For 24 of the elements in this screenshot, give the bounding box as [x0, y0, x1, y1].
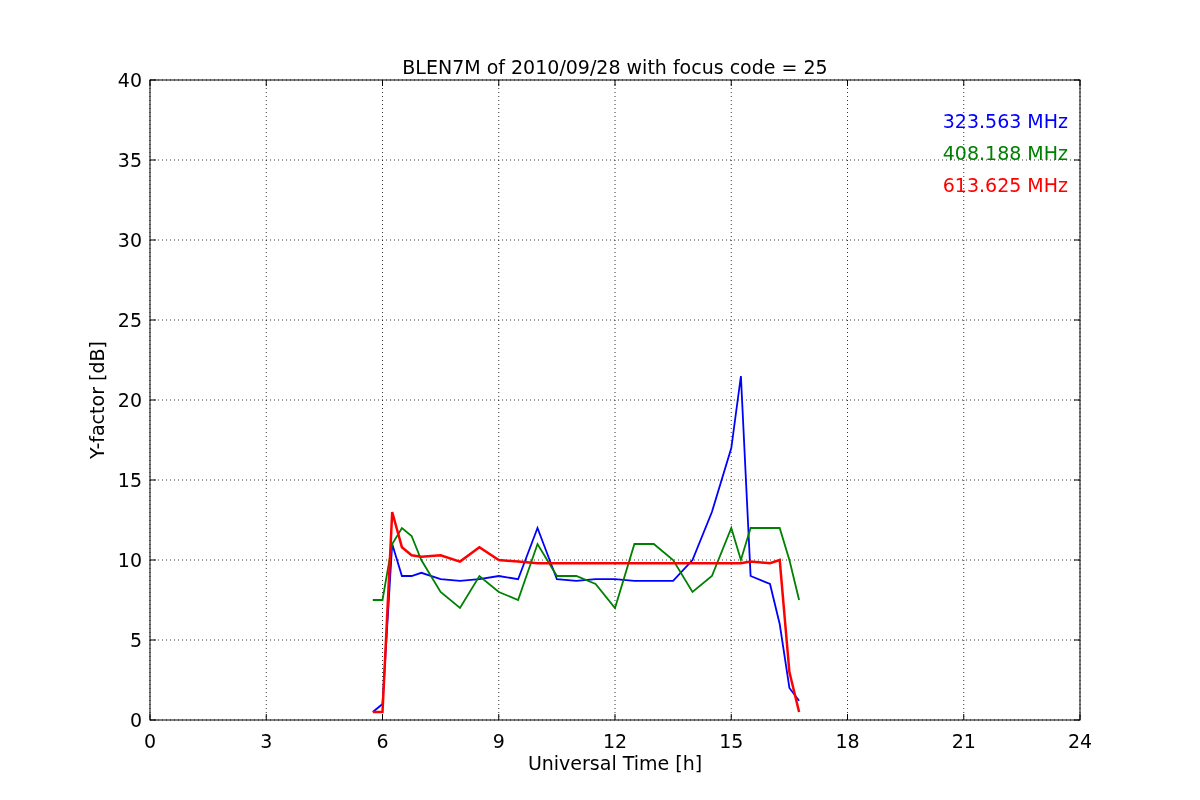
- legend-label: 613.625 MHz: [942, 174, 1068, 196]
- tick-label: 10: [117, 549, 142, 571]
- tick-label: 3: [260, 730, 273, 752]
- tick-label: 6: [376, 730, 389, 752]
- tick-label: 5: [129, 629, 142, 651]
- tick-label: 25: [117, 309, 142, 331]
- tick-label: 40: [117, 69, 142, 91]
- tick-label: 0: [143, 730, 157, 752]
- tick-label: 15: [719, 730, 744, 752]
- legend-label: 408.188 MHz: [942, 142, 1068, 164]
- axis-label: Universal Time [h]: [527, 752, 703, 774]
- axis-label: Y-factor [dB]: [86, 341, 108, 459]
- tick-label: 30: [117, 229, 142, 251]
- chart-title: BLEN7M of 2010/09/28 with focus code = 25: [402, 56, 828, 78]
- tick-label: 21: [951, 730, 976, 752]
- tick-label: 18: [835, 730, 860, 752]
- tick-label: 20: [117, 389, 142, 411]
- tick-label: 9: [492, 730, 505, 752]
- legend-label: 323.563 MHz: [942, 110, 1068, 132]
- tick-label: 12: [602, 730, 628, 752]
- tick-label: 0: [129, 709, 142, 731]
- tick-label: 35: [117, 149, 142, 171]
- tick-label: 15: [117, 469, 142, 491]
- tick-label: 24: [1067, 730, 1093, 752]
